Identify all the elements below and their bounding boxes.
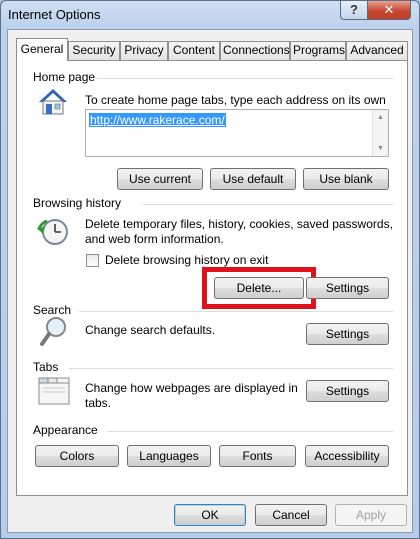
general-tab-panel: Home page To create home page tabs, type… <box>16 60 408 496</box>
title-bar[interactable]: Internet Options ? ✕ <box>1 1 419 29</box>
home-page-divider <box>97 78 393 79</box>
tab-strip: General Security Privacy Content Connect… <box>16 38 408 61</box>
tabs-description-line2: tabs. <box>85 396 112 410</box>
home-page-url-field[interactable]: http://www.rakerace.com/ ▲ ▼ <box>85 109 389 157</box>
url-field-scrollbar[interactable]: ▲ ▼ <box>372 110 388 156</box>
browsing-history-settings-button[interactable]: Settings <box>306 277 389 299</box>
tab-advanced[interactable]: Advanced <box>346 41 408 60</box>
search-description: Change search defaults. <box>85 323 216 337</box>
tabs-window-icon <box>37 374 71 409</box>
dialog-client-area: General Security Privacy Content Connect… <box>7 29 413 533</box>
languages-button[interactable]: Languages <box>127 445 211 467</box>
scroll-up-arrow-icon[interactable]: ▲ <box>377 114 384 121</box>
colors-button[interactable]: Colors <box>35 445 119 467</box>
accessibility-button[interactable]: Accessibility <box>305 445 389 467</box>
search-divider <box>79 311 393 312</box>
home-page-heading: Home page <box>33 70 96 84</box>
tab-privacy[interactable]: Privacy <box>120 41 168 60</box>
fonts-button[interactable]: Fonts <box>219 445 296 467</box>
use-current-button[interactable]: Use current <box>117 168 203 190</box>
tab-programs[interactable]: Programs <box>290 41 346 60</box>
close-button[interactable]: ✕ <box>367 1 411 20</box>
browsing-history-description-line2: and web form information. <box>85 232 224 246</box>
window-title: Internet Options <box>8 7 101 22</box>
tab-content[interactable]: Content <box>168 41 220 60</box>
tabs-divider <box>69 368 393 369</box>
internet-options-window: Internet Options ? ✕ General Security Pr… <box>0 0 420 539</box>
apply-button[interactable]: Apply <box>335 504 407 526</box>
appearance-divider <box>107 431 393 432</box>
magnifier-icon <box>39 315 69 350</box>
scroll-down-arrow-icon[interactable]: ▼ <box>377 145 384 152</box>
delete-button[interactable]: Delete... <box>214 277 304 299</box>
tab-connections[interactable]: Connections <box>220 41 290 60</box>
tabs-heading: Tabs <box>33 360 59 374</box>
browsing-history-description-line1: Delete temporary files, history, cookies… <box>85 217 393 231</box>
ok-button[interactable]: OK <box>174 504 246 526</box>
help-button[interactable]: ? <box>340 1 368 20</box>
use-default-button[interactable]: Use default <box>210 168 296 190</box>
tab-security[interactable]: Security <box>68 41 120 60</box>
house-icon <box>37 87 69 120</box>
delete-history-on-exit-label[interactable]: Delete browsing history on exit <box>105 253 268 268</box>
appearance-heading: Appearance <box>33 423 98 437</box>
tabs-settings-button[interactable]: Settings <box>306 380 389 402</box>
tabs-description-line1: Change how webpages are displayed in <box>85 381 298 395</box>
tab-general[interactable]: General <box>16 38 68 61</box>
home-page-url-text: http://www.rakerace.com/ <box>89 113 226 127</box>
browsing-history-divider <box>143 204 393 205</box>
browsing-history-heading: Browsing history <box>33 196 122 210</box>
cancel-button[interactable]: Cancel <box>255 504 327 526</box>
delete-history-on-exit-checkbox[interactable] <box>86 254 99 267</box>
search-settings-button[interactable]: Settings <box>306 323 389 345</box>
use-blank-button[interactable]: Use blank <box>303 168 389 190</box>
history-clock-icon <box>37 216 69 251</box>
